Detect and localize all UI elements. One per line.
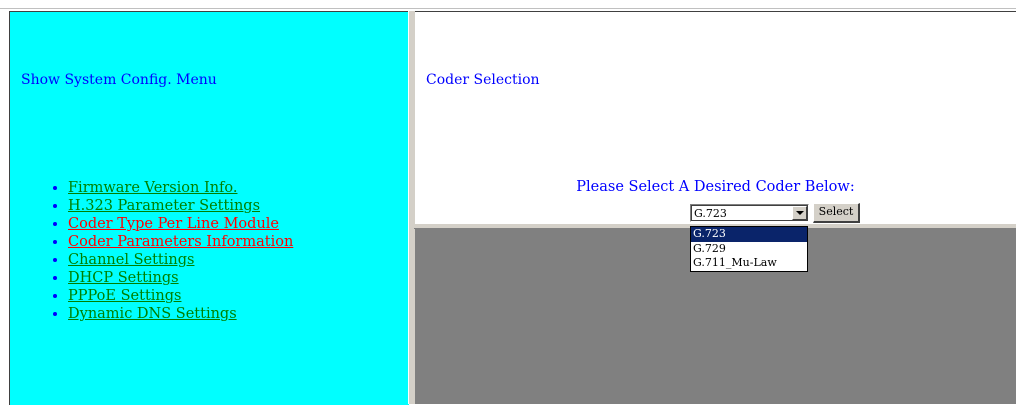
coder-type-per-line-module-link[interactable]: Coder Type Per Line Module bbox=[68, 216, 279, 232]
dhcp-settings-link[interactable]: DHCP Settings bbox=[68, 270, 179, 286]
pppoe-settings-link[interactable]: PPPoE Settings bbox=[68, 288, 181, 304]
menu-list: Firmware Version Info. H.323 Parameter S… bbox=[34, 179, 293, 323]
menu-item-coder-params: Coder Parameters Information bbox=[68, 233, 293, 251]
coder-option-g711-mulaw[interactable]: G.711_Mu-Law bbox=[691, 256, 807, 271]
coder-select[interactable]: G.723 bbox=[690, 204, 809, 222]
coder-select-value: G.723 bbox=[694, 207, 727, 220]
h323-parameter-settings-link[interactable]: H.323 Parameter Settings bbox=[68, 198, 260, 214]
menu-item-dhcp: DHCP Settings bbox=[68, 269, 293, 287]
coder-option-g723[interactable]: G.723 bbox=[691, 227, 807, 242]
dynamic-dns-settings-link[interactable]: Dynamic DNS Settings bbox=[68, 306, 237, 322]
select-button[interactable]: Select bbox=[813, 203, 860, 223]
coder-selection-frame: Coder Selection Please Select A Desired … bbox=[415, 11, 1016, 225]
menu-item-coder-type: Coder Type Per Line Module bbox=[68, 215, 293, 233]
menu-item-h323: H.323 Parameter Settings bbox=[68, 197, 293, 215]
menu-item-pppoe: PPPoE Settings bbox=[68, 287, 293, 305]
channel-settings-link[interactable]: Channel Settings bbox=[68, 252, 194, 268]
menu-item-ddns: Dynamic DNS Settings bbox=[68, 305, 293, 323]
page-title: Coder Selection bbox=[426, 72, 540, 88]
menu-item-firmware: Firmware Version Info. bbox=[68, 179, 293, 197]
menu-item-channel: Channel Settings bbox=[68, 251, 293, 269]
menu-frame: Show System Config. Menu Firmware Versio… bbox=[9, 11, 409, 405]
firmware-version-link[interactable]: Firmware Version Info. bbox=[68, 180, 237, 196]
coder-parameters-information-link[interactable]: Coder Parameters Information bbox=[68, 234, 293, 250]
coder-option-g729[interactable]: G.729 bbox=[691, 242, 807, 257]
menu-title: Show System Config. Menu bbox=[21, 72, 217, 88]
coder-prompt: Please Select A Desired Coder Below: bbox=[576, 179, 855, 195]
coder-dropdown-list: G.723 G.729 G.711_Mu-Law bbox=[690, 226, 808, 272]
chevron-down-icon[interactable] bbox=[792, 206, 807, 220]
top-frame-border bbox=[0, 0, 1016, 9]
